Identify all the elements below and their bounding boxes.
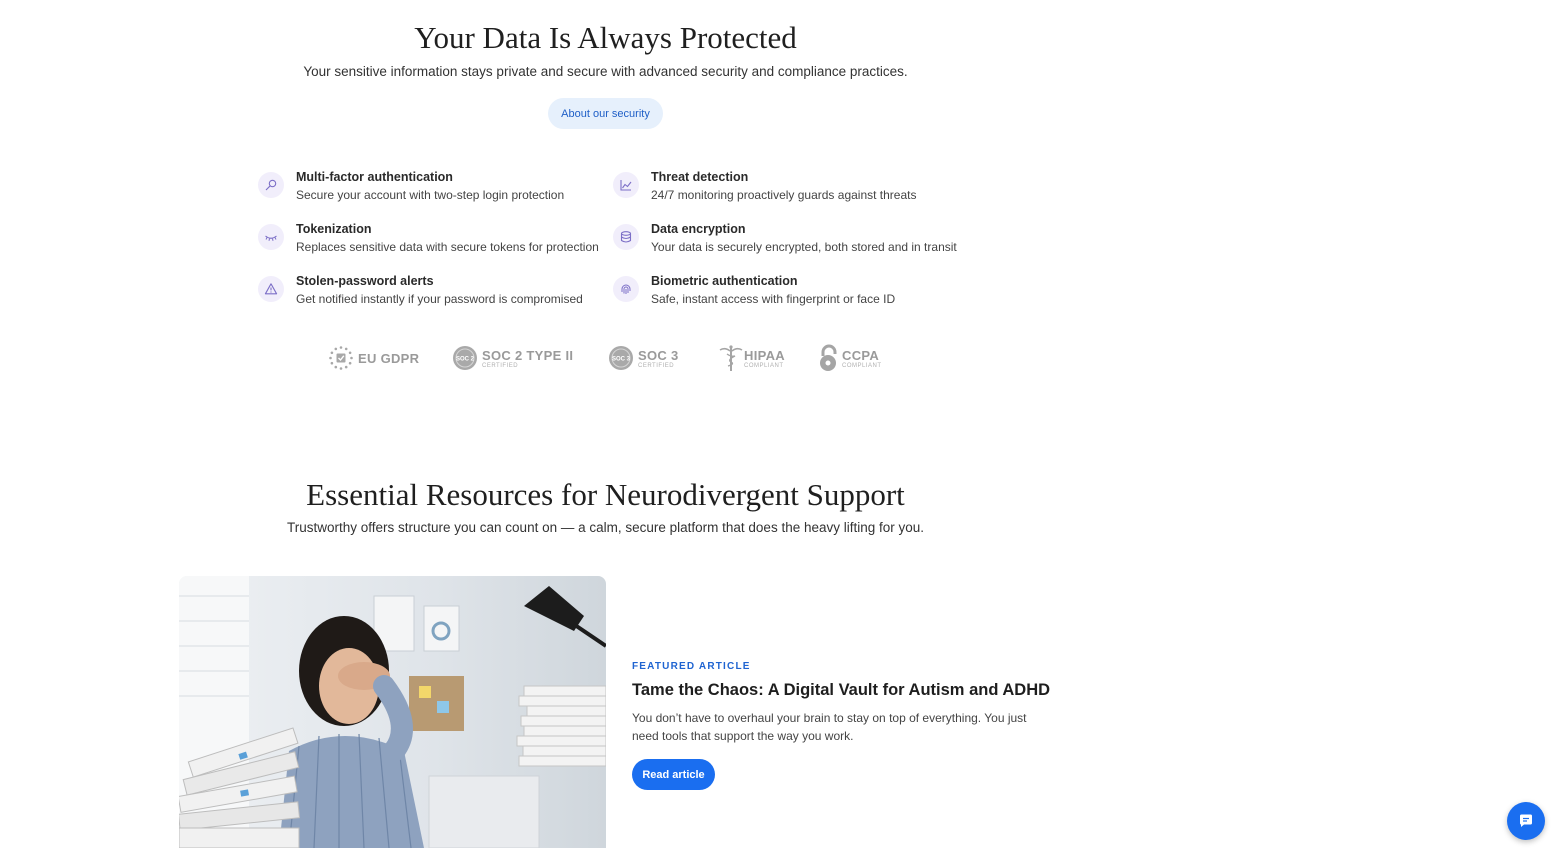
badge-name: SOC 2 TYPE II	[482, 348, 574, 363]
read-article-button[interactable]: Read article	[632, 759, 715, 790]
chart-line-icon	[613, 172, 639, 198]
database-icon	[613, 224, 639, 250]
svg-text:SOC 3: SOC 3	[612, 357, 631, 363]
feature-title: Multi-factor authentication	[296, 170, 453, 184]
article-title[interactable]: Tame the Chaos: A Digital Vault for Auti…	[632, 681, 1050, 700]
feature-title: Tokenization	[296, 222, 372, 236]
badge-soc2: SOC 2 SOC 2 TYPE II CERTIFIED	[452, 344, 573, 372]
badge-name: HIPAA	[744, 348, 785, 363]
badge-ccpa: CCPA COMPLIANT	[818, 344, 882, 372]
article-image[interactable]	[179, 576, 606, 848]
gdpr-stars-icon	[329, 346, 353, 370]
article-kicker: FEATURED ARTICLE	[632, 661, 751, 672]
badge-sub: CERTIFIED	[638, 363, 675, 369]
lock-icon	[820, 344, 837, 371]
feature-desc: 24/7 monitoring proactively guards again…	[651, 188, 917, 202]
resources-title: Essential Resources for Neurodivergent S…	[306, 477, 905, 512]
article-description: You don’t have to overhaul your brain to…	[632, 711, 1027, 743]
feature-biometric: Biometric authentication Safe, instant a…	[613, 274, 953, 314]
feature-title: Biometric authentication	[651, 274, 798, 288]
feature-threat-detection: Threat detection 24/7 monitoring proacti…	[613, 170, 953, 210]
badge-sub: COMPLIANT	[744, 363, 784, 369]
badge-sub: COMPLIANT	[842, 363, 882, 369]
about-security-button[interactable]: About our security	[548, 98, 663, 129]
warning-icon	[258, 276, 284, 302]
feature-multi-factor: Multi-factor authentication Secure your …	[258, 170, 598, 210]
eye-closed-icon	[258, 224, 284, 250]
badge-eu-gdpr: EU GDPR	[328, 344, 419, 372]
chat-bubble-icon	[1520, 814, 1532, 827]
feature-data-encryption: Data encryption Your data is securely en…	[613, 222, 957, 262]
feature-title: Data encryption	[651, 222, 746, 236]
feature-desc: Your data is securely encrypted, both st…	[651, 240, 957, 254]
key-icon	[258, 172, 284, 198]
badge-soc3: SOC 3 SOC 3 CERTIFIED	[608, 344, 679, 372]
stressed-woman-at-desk-illustration	[179, 576, 606, 848]
fingerprint-icon	[613, 276, 639, 302]
resources-subtitle: Trustworthy offers structure you can cou…	[286, 520, 925, 535]
feature-title: Stolen-password alerts	[296, 274, 434, 288]
svg-text:SOC 2: SOC 2	[456, 357, 475, 363]
security-title: Your Data Is Always Protected	[414, 20, 797, 55]
soc-seal-icon: SOC 2	[453, 346, 477, 370]
badge-hipaa: HIPAA COMPLIANT	[718, 344, 785, 372]
feature-desc: Safe, instant access with fingerprint or…	[651, 292, 896, 306]
chat-button[interactable]	[1507, 802, 1545, 840]
security-subtitle: Your sensitive information stays private…	[303, 64, 908, 79]
feature-tokenization: Tokenization Replaces sensitive data wit…	[258, 222, 599, 262]
feature-title: Threat detection	[651, 170, 749, 184]
badge-name: SOC 3	[638, 348, 679, 363]
feature-desc: Replaces sensitive data with secure toke…	[296, 240, 599, 254]
badge-sub: CERTIFIED	[482, 363, 519, 369]
caduceus-icon	[719, 345, 743, 371]
badge-name: CCPA	[842, 348, 880, 363]
badge-name: EU GDPR	[358, 350, 420, 366]
feature-stolen-password: Stolen-password alerts Get notified inst…	[258, 274, 598, 314]
soc-seal-icon: SOC 3	[609, 346, 633, 370]
feature-desc: Get notified instantly if your password …	[296, 292, 583, 306]
feature-desc: Secure your account with two-step login …	[296, 188, 565, 202]
